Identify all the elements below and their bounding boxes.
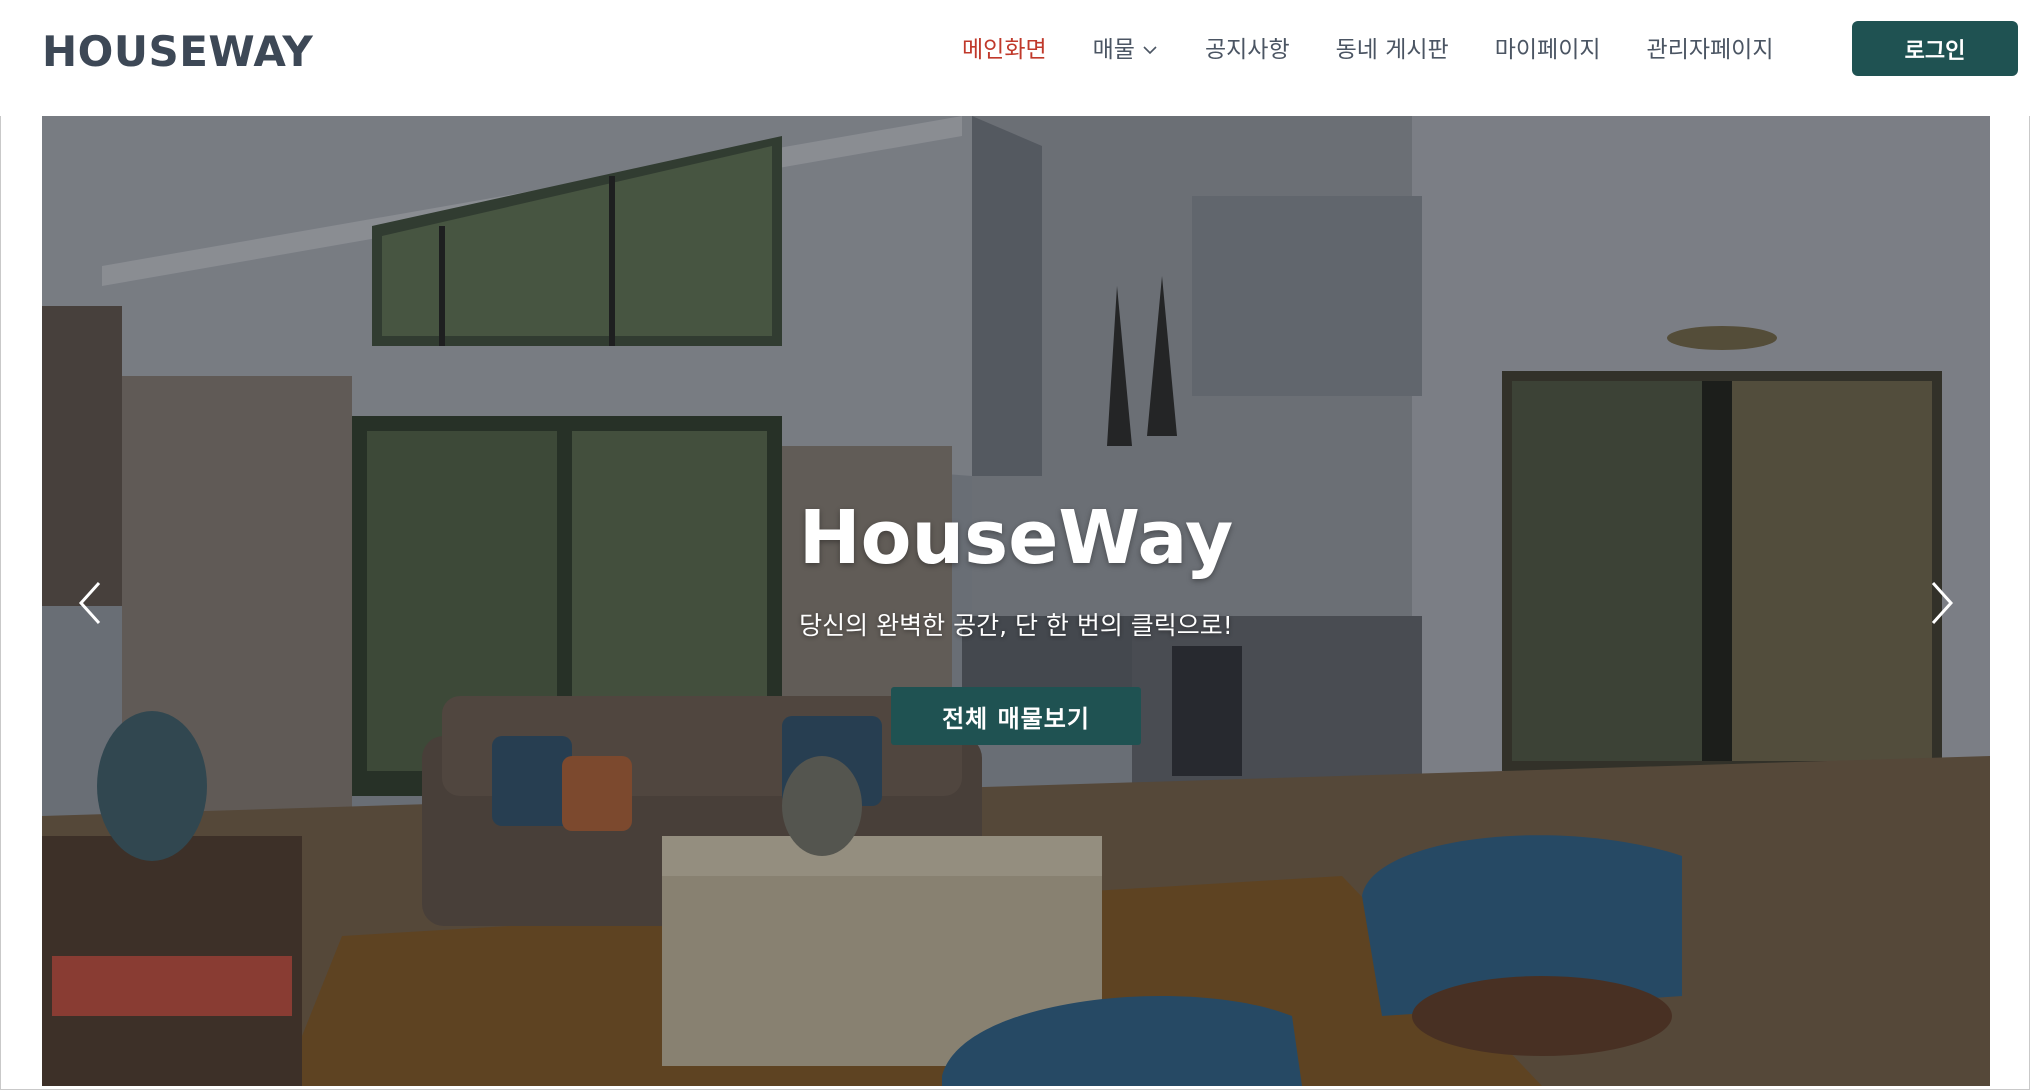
nav-item-label: 관리자페이지 — [1646, 37, 1774, 63]
nav-item-admin[interactable]: 관리자페이지 — [1647, 26, 1774, 74]
site-header: HOUSEWAY 메인화면 매물 공지사항 동네 게시판 마이페이지 관리자페이… — [0, 0, 2030, 116]
chevron-down-icon — [1143, 46, 1157, 55]
chevron-left-icon — [78, 581, 101, 625]
carousel-next-button[interactable] — [1918, 568, 1966, 638]
hero-subtitle: 당신의 완벽한 공간, 단 한 번의 클릭으로! — [799, 611, 1233, 640]
hero-title: HouseWay — [798, 495, 1234, 581]
main-nav: 메인화면 매물 공지사항 동네 게시판 마이페이지 관리자페이지 — [962, 26, 1774, 74]
view-all-listings-button[interactable]: 전체 매물보기 — [891, 687, 1141, 745]
nav-item-label: 공지사항 — [1204, 37, 1290, 63]
nav-item-label: 동네 게시판 — [1335, 37, 1449, 63]
carousel-prev-button[interactable] — [66, 568, 114, 638]
nav-item-label: 마이페이지 — [1494, 37, 1601, 63]
hero-carousel: HouseWay 당신의 완벽한 공간, 단 한 번의 클릭으로! 전체 매물보… — [42, 116, 1990, 1086]
nav-item-listings[interactable]: 매물 — [1093, 26, 1159, 74]
chevron-right-icon — [1931, 581, 1954, 625]
nav-item-home[interactable]: 메인화면 — [962, 26, 1047, 74]
hero-dim-overlay — [42, 116, 1990, 1086]
nav-item-label: 매물 — [1092, 37, 1135, 63]
site-logo[interactable]: HOUSEWAY — [42, 24, 313, 80]
nav-item-community-board[interactable]: 동네 게시판 — [1336, 26, 1449, 74]
nav-item-notices[interactable]: 공지사항 — [1205, 26, 1290, 74]
nav-item-mypage[interactable]: 마이페이지 — [1495, 26, 1601, 74]
nav-item-label: 메인화면 — [962, 37, 1047, 63]
login-button[interactable]: 로그인 — [1852, 21, 2018, 76]
